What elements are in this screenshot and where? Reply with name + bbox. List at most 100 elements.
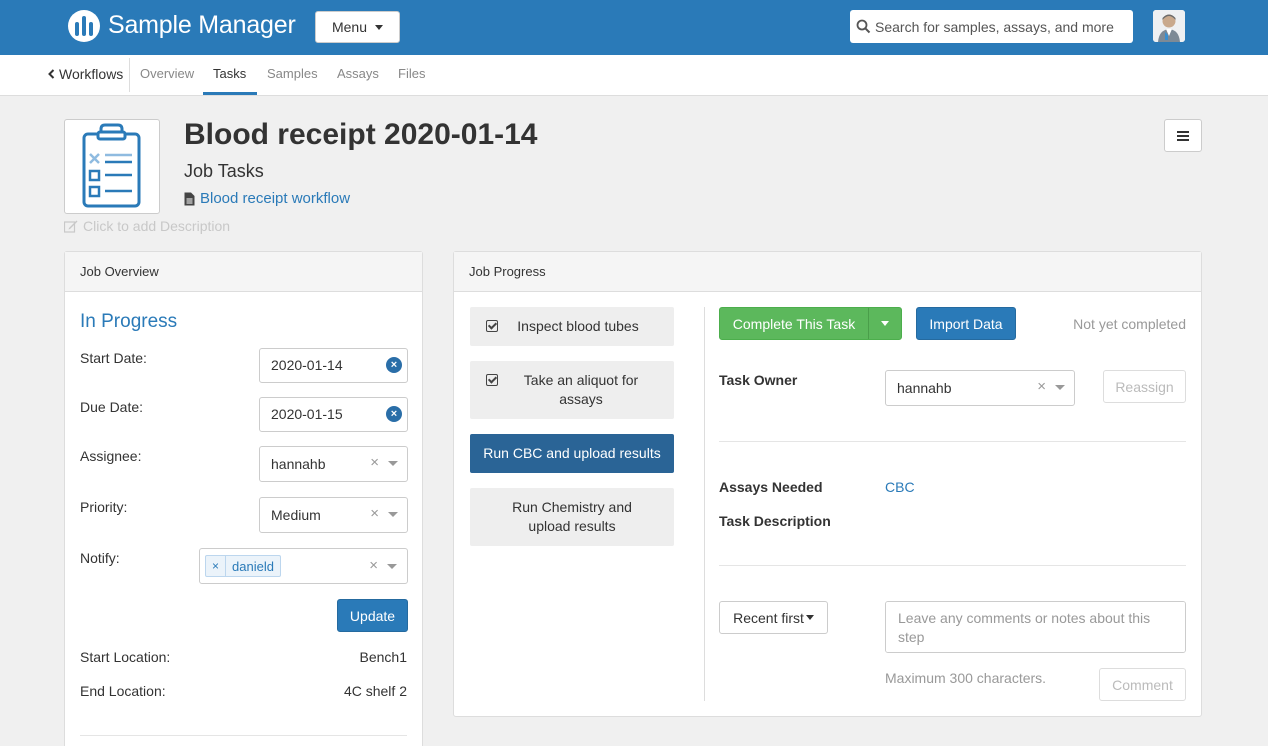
check-square-icon <box>486 320 498 332</box>
workflows-back-link[interactable]: Workflows <box>48 66 123 82</box>
tab-assays[interactable]: Assays <box>337 66 379 81</box>
job-icon <box>64 119 160 214</box>
priority-value[interactable]: Medium <box>259 497 408 533</box>
clear-due-date-icon[interactable]: × <box>386 406 402 422</box>
complete-task-dropdown[interactable] <box>869 308 901 339</box>
step-label: Run Chemistry and upload results <box>512 499 632 534</box>
search-input[interactable] <box>875 18 1125 35</box>
due-date-field[interactable]: 2020-01-15 × <box>259 397 408 432</box>
start-date-label: Start Date: <box>80 350 147 366</box>
assignee-dropdown-icon[interactable] <box>388 461 398 466</box>
reassign-button[interactable]: Reassign <box>1103 370 1186 403</box>
progress-divider-1 <box>719 441 1186 442</box>
overview-divider <box>80 735 407 736</box>
comment-hint: Maximum 300 characters. <box>885 670 1047 686</box>
menu-button-label: Menu <box>331 19 368 35</box>
notify-tag-label: danield <box>232 558 274 574</box>
completion-status: Not yet completed <box>1073 316 1186 332</box>
top-header: Sample Manager Menu <box>0 0 1268 55</box>
step-inspect-blood-tubes[interactable]: Inspect blood tubes <box>470 307 674 346</box>
chevron-left-icon <box>48 69 55 79</box>
task-owner-select[interactable]: hannahb × <box>885 370 1075 406</box>
notify-dropdown-icon[interactable] <box>387 564 397 569</box>
due-date-label: Due Date: <box>80 399 144 415</box>
tab-overview[interactable]: Overview <box>140 66 194 81</box>
step-label: Take an aliquot for assays <box>523 372 639 407</box>
assignee-select[interactable]: hannahb × <box>259 446 408 482</box>
clear-notify-icon[interactable]: × <box>369 557 378 574</box>
step-take-aliquot[interactable]: Take an aliquot for assays <box>470 361 674 419</box>
priority-dropdown-icon[interactable] <box>388 512 398 517</box>
start-location-value: Bench1 <box>359 649 407 665</box>
active-tab-indicator <box>203 92 257 95</box>
edit-icon <box>64 220 78 233</box>
caret-down-icon <box>881 321 889 326</box>
task-owner-value[interactable]: hannahb <box>885 370 1075 406</box>
workflow-link-label: Blood receipt workflow <box>200 190 351 207</box>
hamburger-line <box>1177 130 1189 133</box>
clear-assignee-icon[interactable]: × <box>370 454 379 471</box>
secondary-nav: Workflows Overview Tasks Samples Assays … <box>0 55 1268 96</box>
page-subtitle: Job Tasks <box>184 161 264 181</box>
search-icon <box>856 19 871 34</box>
add-description-label: Click to add Description <box>83 218 231 234</box>
app-name[interactable]: Sample Manager <box>108 11 296 40</box>
job-overview-heading: Job Overview <box>65 252 422 292</box>
step-label: Run CBC and upload results <box>483 445 661 461</box>
workflows-back-label: Workflows <box>59 66 124 82</box>
notify-label: Notify: <box>80 550 120 566</box>
actions-menu-button[interactable] <box>1164 119 1202 152</box>
notify-select[interactable]: × danield × <box>199 548 408 584</box>
menu-button[interactable]: Menu <box>315 11 400 43</box>
job-overview-panel: Job Overview In Progress Start Date: 202… <box>64 251 423 746</box>
update-button[interactable]: Update <box>337 599 408 632</box>
workflow-link[interactable]: Blood receipt workflow <box>184 190 350 207</box>
check-square-icon <box>486 374 498 386</box>
nav-divider <box>129 58 130 92</box>
tab-files[interactable]: Files <box>398 66 425 81</box>
task-description-label: Task Description <box>719 513 831 529</box>
end-location-label: End Location: <box>80 683 166 699</box>
assays-needed-label: Assays Needed <box>719 479 823 495</box>
start-location-label: Start Location: <box>80 649 171 665</box>
notify-tag: × danield <box>205 555 281 577</box>
task-owner-dropdown-icon[interactable] <box>1055 385 1065 390</box>
import-data-button[interactable]: Import Data <box>916 307 1016 340</box>
complete-task-button-group: Complete This Task <box>719 307 902 340</box>
clipboard-icon <box>82 123 141 208</box>
caret-down-icon <box>805 615 814 620</box>
clear-start-date-icon[interactable]: × <box>386 357 402 373</box>
step-run-cbc[interactable]: Run CBC and upload results <box>470 434 674 473</box>
add-description[interactable]: Click to add Description <box>64 218 230 234</box>
user-avatar[interactable] <box>1153 10 1185 42</box>
assignee-value[interactable]: hannahb <box>259 446 408 482</box>
job-progress-heading: Job Progress <box>454 252 1201 292</box>
task-owner-label: Task Owner <box>719 372 798 388</box>
assay-link-cbc[interactable]: CBC <box>885 479 915 495</box>
assignee-label: Assignee: <box>80 448 142 464</box>
job-status: In Progress <box>80 311 178 332</box>
clear-task-owner-icon[interactable]: × <box>1037 378 1046 395</box>
sort-comments-label: Recent first <box>733 609 804 626</box>
complete-task-button[interactable]: Complete This Task <box>720 308 869 339</box>
remove-tag-icon[interactable]: × <box>206 556 227 576</box>
hamburger-line <box>1177 134 1189 137</box>
end-location-value: 4C shelf 2 <box>343 683 407 699</box>
global-search[interactable] <box>850 10 1133 43</box>
comment-textarea[interactable] <box>885 601 1186 653</box>
step-label: Inspect blood tubes <box>517 318 639 334</box>
tab-samples[interactable]: Samples <box>267 66 318 81</box>
app-logo-icon[interactable] <box>68 10 100 42</box>
start-date-field[interactable]: 2020-01-14 × <box>259 348 408 383</box>
sort-comments-button[interactable]: Recent first <box>719 601 828 634</box>
comment-button[interactable]: Comment <box>1099 668 1186 701</box>
hamburger-line <box>1177 138 1189 141</box>
job-progress-panel: Job Progress Inspect blood tubes Take an… <box>453 251 1202 717</box>
page-title: Blood receipt 2020-01-14 <box>184 118 538 151</box>
tab-tasks[interactable]: Tasks <box>213 66 246 81</box>
clear-priority-icon[interactable]: × <box>370 505 379 522</box>
step-run-chemistry[interactable]: Run Chemistry and upload results <box>470 488 674 546</box>
caret-down-icon <box>375 24 384 30</box>
user-avatar-icon <box>1153 10 1185 42</box>
priority-select[interactable]: Medium × <box>259 497 408 533</box>
